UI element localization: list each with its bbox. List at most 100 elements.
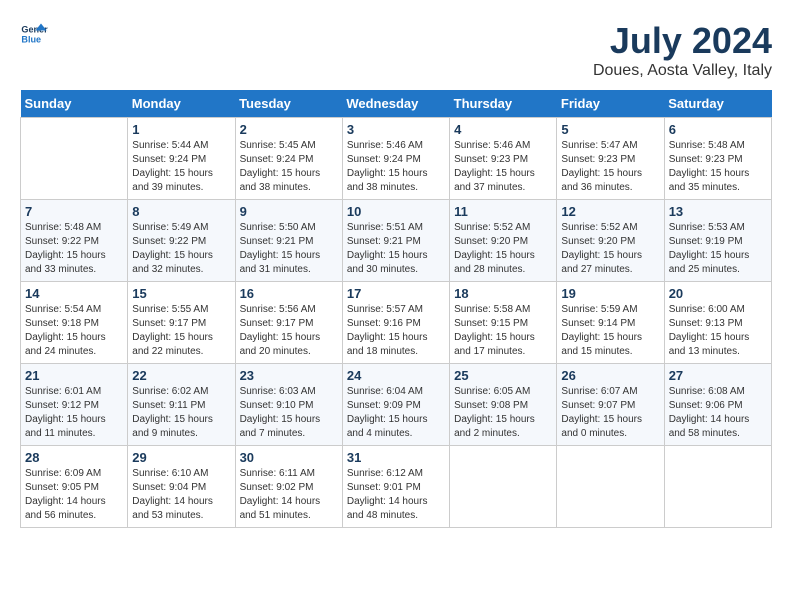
day-info: Sunrise: 5:53 AMSunset: 9:19 PMDaylight:… (669, 221, 767, 277)
week-row-4: 21 Sunrise: 6:01 AMSunset: 9:12 PMDayligh… (21, 364, 772, 446)
svg-text:Blue: Blue (21, 34, 41, 44)
day-number: 23 (240, 368, 338, 383)
title-section: July 2024 Doues, Aosta Valley, Italy (593, 20, 772, 80)
table-cell: 12 Sunrise: 5:52 AMSunset: 9:20 PMDayligh… (557, 200, 664, 282)
day-info: Sunrise: 5:52 AMSunset: 9:20 PMDaylight:… (561, 221, 659, 277)
table-cell: 2Sunrise: 5:45 AMSunset: 9:24 PMDaylight… (235, 118, 342, 200)
day-info: Sunrise: 5:58 AMSunset: 9:15 PMDaylight:… (454, 303, 552, 359)
table-cell: 5 Sunrise: 5:47 AMSunset: 9:23 PMDaylight… (557, 118, 664, 200)
table-cell: 4 Sunrise: 5:46 AMSunset: 9:23 PMDaylight… (450, 118, 557, 200)
table-cell: 26 Sunrise: 6:07 AMSunset: 9:07 PMDayligh… (557, 364, 664, 446)
month-year-title: July 2024 (593, 20, 772, 62)
col-sunday: Sunday (21, 90, 128, 118)
day-info: Sunrise: 6:11 AMSunset: 9:02 PMDaylight:… (240, 467, 338, 523)
day-info: Sunrise: 6:07 AMSunset: 9:07 PMDaylight:… (561, 385, 659, 441)
day-info: Sunrise: 5:46 AMSunset: 9:24 PMDaylight:… (347, 139, 445, 195)
table-cell: 23 Sunrise: 6:03 AMSunset: 9:10 PMDayligh… (235, 364, 342, 446)
day-info: Sunrise: 6:03 AMSunset: 9:10 PMDaylight:… (240, 385, 338, 441)
day-info: Sunrise: 5:46 AMSunset: 9:23 PMDaylight:… (454, 139, 552, 195)
day-number: 11 (454, 204, 552, 219)
day-info: Sunrise: 5:59 AMSunset: 9:14 PMDaylight:… (561, 303, 659, 359)
day-number: 2 (240, 122, 338, 137)
day-info: Sunrise: 6:01 AMSunset: 9:12 PMDaylight:… (25, 385, 123, 441)
table-cell: 20 Sunrise: 6:00 AMSunset: 9:13 PMDayligh… (664, 282, 771, 364)
table-cell (21, 118, 128, 200)
table-cell (664, 446, 771, 528)
page-header: General Blue July 2024 Doues, Aosta Vall… (20, 20, 772, 80)
day-number: 26 (561, 368, 659, 383)
day-number: 20 (669, 286, 767, 301)
day-info: Sunrise: 5:56 AMSunset: 9:17 PMDaylight:… (240, 303, 338, 359)
week-row-2: 7Sunrise: 5:48 AMSunset: 9:22 PMDaylight… (21, 200, 772, 282)
day-number: 8 (132, 204, 230, 219)
day-info: Sunrise: 5:51 AMSunset: 9:21 PMDaylight:… (347, 221, 445, 277)
day-number: 1 (132, 122, 230, 137)
day-number: 9 (240, 204, 338, 219)
day-info: Sunrise: 5:57 AMSunset: 9:16 PMDaylight:… (347, 303, 445, 359)
day-info: Sunrise: 5:47 AMSunset: 9:23 PMDaylight:… (561, 139, 659, 195)
day-info: Sunrise: 5:48 AMSunset: 9:23 PMDaylight:… (669, 139, 767, 195)
day-number: 12 (561, 204, 659, 219)
table-cell: 6 Sunrise: 5:48 AMSunset: 9:23 PMDaylight… (664, 118, 771, 200)
col-friday: Friday (557, 90, 664, 118)
table-cell: 16 Sunrise: 5:56 AMSunset: 9:17 PMDayligh… (235, 282, 342, 364)
col-wednesday: Wednesday (342, 90, 449, 118)
day-info: Sunrise: 5:49 AMSunset: 9:22 PMDaylight:… (132, 221, 230, 277)
day-number: 16 (240, 286, 338, 301)
table-cell: 27 Sunrise: 6:08 AMSunset: 9:06 PMDayligh… (664, 364, 771, 446)
table-cell (450, 446, 557, 528)
day-info: Sunrise: 5:44 AMSunset: 9:24 PMDaylight:… (132, 139, 230, 195)
table-cell: 15 Sunrise: 5:55 AMSunset: 9:17 PMDayligh… (128, 282, 235, 364)
day-number: 4 (454, 122, 552, 137)
day-info: Sunrise: 6:10 AMSunset: 9:04 PMDaylight:… (132, 467, 230, 523)
col-thursday: Thursday (450, 90, 557, 118)
table-cell: 10Sunrise: 5:51 AMSunset: 9:21 PMDayligh… (342, 200, 449, 282)
day-info: Sunrise: 6:05 AMSunset: 9:08 PMDaylight:… (454, 385, 552, 441)
day-number: 15 (132, 286, 230, 301)
day-number: 21 (25, 368, 123, 383)
day-number: 17 (347, 286, 445, 301)
table-cell: 3 Sunrise: 5:46 AMSunset: 9:24 PMDaylight… (342, 118, 449, 200)
calendar-table: Sunday Monday Tuesday Wednesday Thursday… (20, 90, 772, 528)
table-cell: 18Sunrise: 5:58 AMSunset: 9:15 PMDayligh… (450, 282, 557, 364)
day-info: Sunrise: 5:55 AMSunset: 9:17 PMDaylight:… (132, 303, 230, 359)
table-cell: 29Sunrise: 6:10 AMSunset: 9:04 PMDayligh… (128, 446, 235, 528)
table-cell: 25Sunrise: 6:05 AMSunset: 9:08 PMDayligh… (450, 364, 557, 446)
location-subtitle: Doues, Aosta Valley, Italy (593, 62, 772, 80)
day-info: Sunrise: 5:50 AMSunset: 9:21 PMDaylight:… (240, 221, 338, 277)
week-row-1: 1 Sunrise: 5:44 AMSunset: 9:24 PMDaylight… (21, 118, 772, 200)
table-cell: 24Sunrise: 6:04 AMSunset: 9:09 PMDayligh… (342, 364, 449, 446)
table-cell: 21 Sunrise: 6:01 AMSunset: 9:12 PMDayligh… (21, 364, 128, 446)
table-cell: 11 Sunrise: 5:52 AMSunset: 9:20 PMDayligh… (450, 200, 557, 282)
calendar-header-row: Sunday Monday Tuesday Wednesday Thursday… (21, 90, 772, 118)
table-cell: 14 Sunrise: 5:54 AMSunset: 9:18 PMDayligh… (21, 282, 128, 364)
table-cell: 19 Sunrise: 5:59 AMSunset: 9:14 PMDayligh… (557, 282, 664, 364)
table-cell: 31Sunrise: 6:12 AMSunset: 9:01 PMDayligh… (342, 446, 449, 528)
day-info: Sunrise: 6:09 AMSunset: 9:05 PMDaylight:… (25, 467, 123, 523)
day-number: 28 (25, 450, 123, 465)
day-number: 22 (132, 368, 230, 383)
table-cell: 7Sunrise: 5:48 AMSunset: 9:22 PMDaylight… (21, 200, 128, 282)
week-row-5: 28 Sunrise: 6:09 AMSunset: 9:05 PMDayligh… (21, 446, 772, 528)
day-number: 3 (347, 122, 445, 137)
day-number: 19 (561, 286, 659, 301)
logo-icon: General Blue (20, 20, 48, 48)
day-info: Sunrise: 6:08 AMSunset: 9:06 PMDaylight:… (669, 385, 767, 441)
table-cell: 30 Sunrise: 6:11 AMSunset: 9:02 PMDayligh… (235, 446, 342, 528)
col-tuesday: Tuesday (235, 90, 342, 118)
table-cell: 9 Sunrise: 5:50 AMSunset: 9:21 PMDaylight… (235, 200, 342, 282)
day-number: 24 (347, 368, 445, 383)
day-number: 14 (25, 286, 123, 301)
day-number: 27 (669, 368, 767, 383)
day-number: 30 (240, 450, 338, 465)
table-cell (557, 446, 664, 528)
day-info: Sunrise: 5:54 AMSunset: 9:18 PMDaylight:… (25, 303, 123, 359)
day-number: 31 (347, 450, 445, 465)
day-number: 5 (561, 122, 659, 137)
table-cell: 17 Sunrise: 5:57 AMSunset: 9:16 PMDayligh… (342, 282, 449, 364)
day-number: 6 (669, 122, 767, 137)
day-info: Sunrise: 6:00 AMSunset: 9:13 PMDaylight:… (669, 303, 767, 359)
logo: General Blue (20, 20, 48, 48)
day-number: 13 (669, 204, 767, 219)
day-info: Sunrise: 5:52 AMSunset: 9:20 PMDaylight:… (454, 221, 552, 277)
